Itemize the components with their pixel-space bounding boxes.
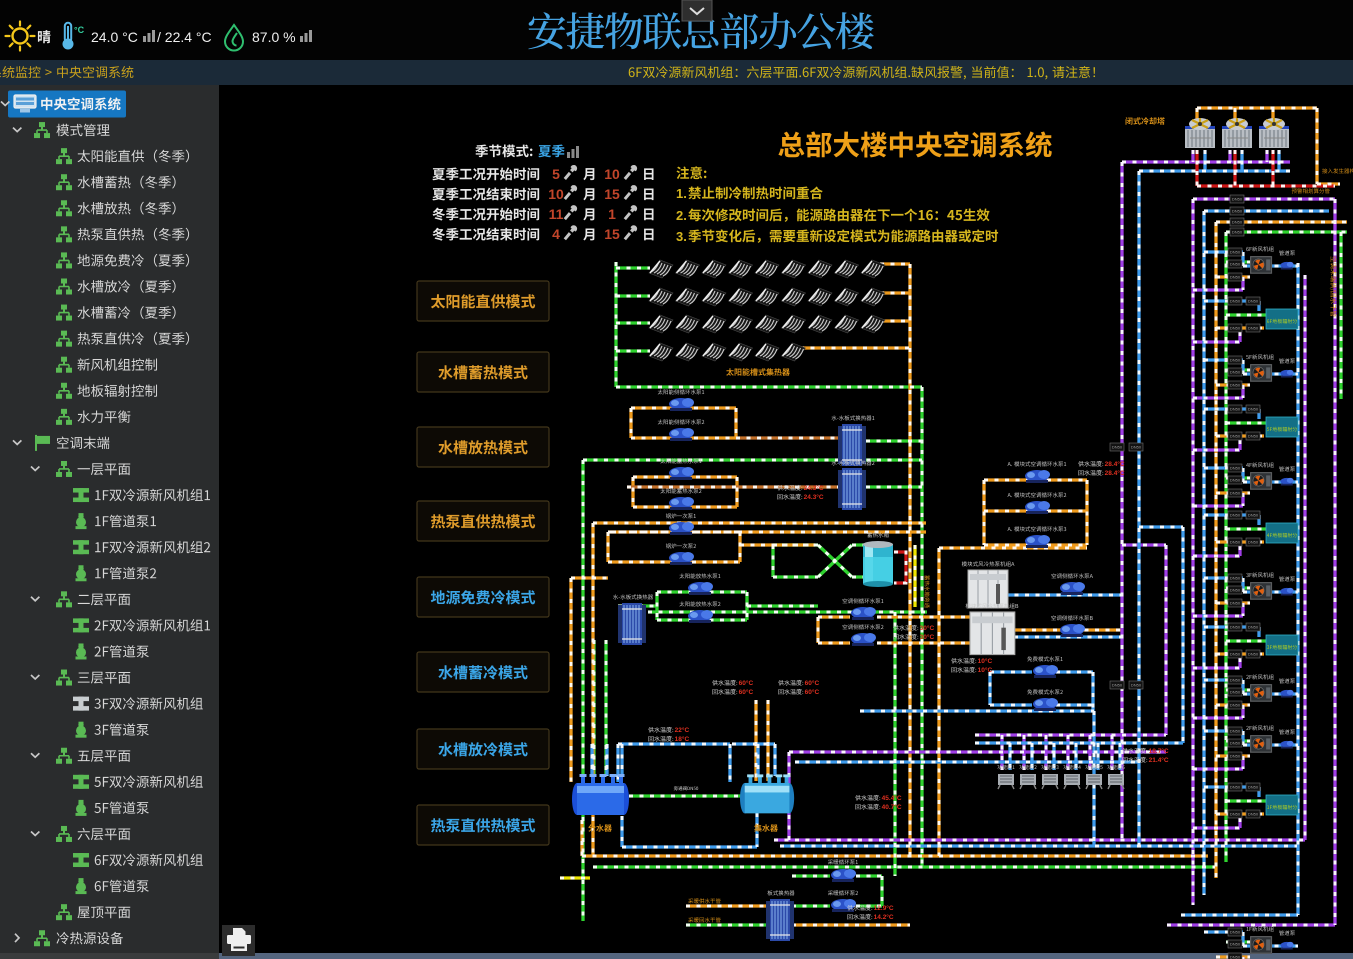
svg-text:40.7°C: 40.7°C bbox=[882, 803, 902, 811]
svg-text:DN50: DN50 bbox=[1248, 812, 1259, 817]
svg-text:DN50: DN50 bbox=[1230, 407, 1241, 412]
svg-text:DN50: DN50 bbox=[1230, 326, 1241, 331]
svg-text:DN50: DN50 bbox=[1230, 466, 1241, 471]
svg-text:11: 11 bbox=[549, 206, 564, 222]
svg-text:10: 10 bbox=[604, 166, 620, 182]
svg-text:5: 5 bbox=[552, 166, 560, 182]
svg-text:24.3°C: 24.3°C bbox=[804, 493, 824, 501]
svg-text:DN50: DN50 bbox=[1230, 275, 1241, 280]
svg-text:DN50: DN50 bbox=[1230, 625, 1241, 630]
svg-text:DN50: DN50 bbox=[1112, 445, 1123, 450]
svg-text:60°C: 60°C bbox=[805, 679, 820, 687]
svg-text:15: 15 bbox=[604, 186, 620, 202]
svg-text:°C: °C bbox=[74, 25, 85, 35]
svg-text:DN50: DN50 bbox=[1230, 299, 1241, 304]
svg-text:30°C: 30°C bbox=[920, 633, 935, 641]
svg-text:28.4°C: 28.4°C bbox=[1105, 469, 1125, 477]
svg-text:DN50: DN50 bbox=[1230, 491, 1241, 496]
svg-text:DN50: DN50 bbox=[1230, 690, 1241, 695]
svg-text:4: 4 bbox=[552, 226, 560, 242]
svg-text:DN50: DN50 bbox=[1230, 678, 1241, 683]
svg-text:DN50: DN50 bbox=[1232, 209, 1243, 214]
svg-text:DN50: DN50 bbox=[1230, 478, 1241, 483]
svg-text:DN50: DN50 bbox=[1230, 540, 1241, 545]
svg-text:DN50: DN50 bbox=[1112, 683, 1123, 688]
svg-text:DN50: DN50 bbox=[1230, 785, 1241, 790]
svg-text:60°C: 60°C bbox=[805, 688, 820, 696]
svg-text:10°C: 10°C bbox=[978, 666, 993, 674]
svg-text:DN50: DN50 bbox=[1230, 588, 1241, 593]
svg-text:1.: 1. bbox=[676, 186, 687, 201]
svg-text:DN50: DN50 bbox=[1131, 683, 1142, 688]
svg-text:18°C: 18°C bbox=[675, 735, 690, 743]
svg-text:DN50: DN50 bbox=[1230, 955, 1241, 959]
svg-text:DN50: DN50 bbox=[1230, 754, 1241, 759]
svg-text:DN50: DN50 bbox=[1230, 601, 1241, 606]
svg-text:24.0 °C: 24.0 °C bbox=[91, 29, 138, 45]
svg-text:DN50: DN50 bbox=[1230, 383, 1241, 388]
svg-text:DN50: DN50 bbox=[1230, 358, 1241, 363]
svg-text:24.3°C: 24.3°C bbox=[804, 484, 824, 492]
svg-text:DN50: DN50 bbox=[1232, 197, 1243, 202]
svg-text:DN50: DN50 bbox=[1230, 250, 1241, 255]
svg-text:DN50: DN50 bbox=[1230, 729, 1241, 734]
svg-text:DN50: DN50 bbox=[1230, 652, 1241, 657]
svg-text:DN50: DN50 bbox=[1248, 625, 1259, 630]
svg-text:DN50: DN50 bbox=[1230, 262, 1241, 267]
svg-text:15: 15 bbox=[604, 226, 620, 242]
svg-text:DN50: DN50 bbox=[1230, 812, 1241, 817]
svg-text:DN50: DN50 bbox=[1230, 703, 1241, 708]
svg-text:10°C: 10°C bbox=[978, 657, 993, 665]
svg-text:DN50: DN50 bbox=[1248, 434, 1259, 439]
svg-text:87.0 %: 87.0 % bbox=[252, 29, 296, 45]
svg-text:DN50: DN50 bbox=[1232, 220, 1243, 225]
svg-text:DN50: DN50 bbox=[1230, 576, 1241, 581]
svg-text:2.: 2. bbox=[676, 208, 687, 223]
svg-text:DN50: DN50 bbox=[1131, 445, 1142, 450]
svg-text:DN50: DN50 bbox=[1230, 930, 1241, 935]
svg-text:DN50: DN50 bbox=[1230, 434, 1241, 439]
svg-text:DN50: DN50 bbox=[1248, 785, 1259, 790]
svg-text:DN50: DN50 bbox=[1248, 652, 1259, 657]
svg-text:/ 22.4 °C: / 22.4 °C bbox=[157, 29, 212, 45]
svg-text:3.: 3. bbox=[676, 229, 687, 244]
svg-text:18.7°C: 18.7°C bbox=[1149, 747, 1169, 755]
svg-text:21.4°C: 21.4°C bbox=[1149, 756, 1169, 764]
svg-text:DN50: DN50 bbox=[1232, 230, 1243, 235]
svg-text:22°C: 22°C bbox=[675, 726, 690, 734]
svg-text:DN50: DN50 bbox=[1248, 540, 1259, 545]
svg-text:DN50: DN50 bbox=[1230, 942, 1241, 947]
svg-text:10: 10 bbox=[548, 186, 564, 202]
svg-text:45.4°C: 45.4°C bbox=[882, 794, 902, 802]
svg-text:DN50: DN50 bbox=[1248, 326, 1259, 331]
svg-text:DN50: DN50 bbox=[1248, 299, 1259, 304]
svg-text:28.4°C: 28.4°C bbox=[1105, 460, 1125, 468]
svg-text:1: 1 bbox=[608, 206, 616, 222]
svg-text:DN50: DN50 bbox=[1248, 407, 1259, 412]
svg-text:60°C: 60°C bbox=[739, 688, 754, 696]
svg-text:DN50: DN50 bbox=[1248, 513, 1259, 518]
svg-text:12.9°C: 12.9°C bbox=[874, 904, 894, 912]
svg-text:30°C: 30°C bbox=[920, 624, 935, 632]
svg-text:DN50: DN50 bbox=[1230, 370, 1241, 375]
svg-text:DN50: DN50 bbox=[1230, 741, 1241, 746]
svg-text:14.2°C: 14.2°C bbox=[874, 913, 894, 921]
svg-text:60°C: 60°C bbox=[739, 679, 754, 687]
svg-text:DN50: DN50 bbox=[1230, 513, 1241, 518]
